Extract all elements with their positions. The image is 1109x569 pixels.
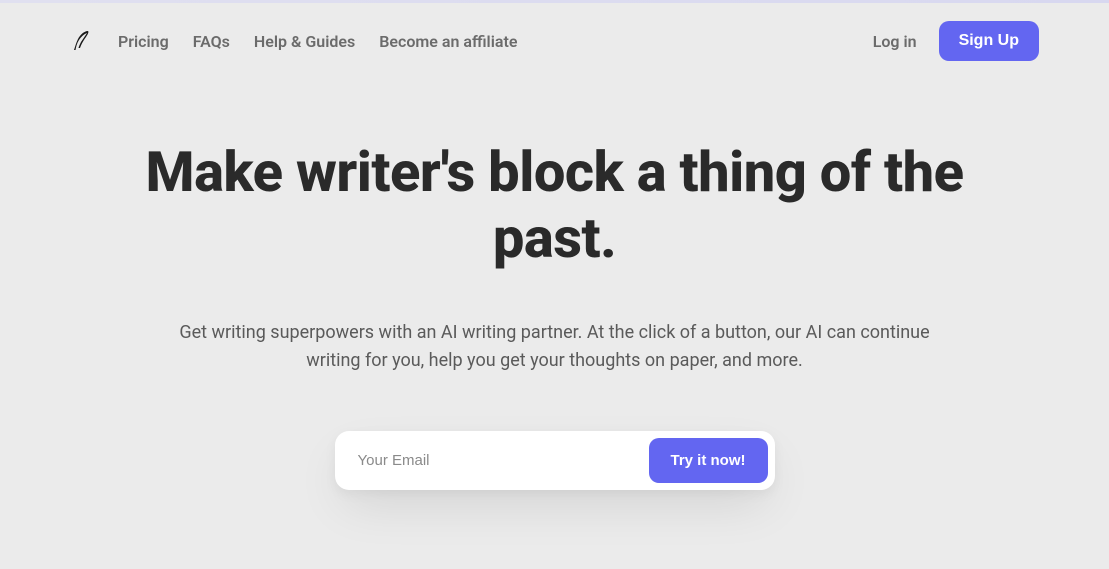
try-it-now-button[interactable]: Try it now! [649, 438, 768, 483]
nav-left: Pricing FAQs Help & Guides Become an aff… [70, 27, 517, 55]
nav-right: Log in Sign Up [873, 21, 1039, 61]
hero-subtitle: Get writing superpowers with an AI writi… [175, 319, 935, 375]
hero-title: Make writer's block a thing of the past. [80, 139, 1029, 271]
nav-link-affiliate[interactable]: Become an affiliate [379, 32, 517, 51]
signup-button[interactable]: Sign Up [939, 21, 1039, 61]
nav-link-help[interactable]: Help & Guides [254, 32, 355, 51]
feather-logo-icon[interactable] [70, 27, 94, 55]
email-input[interactable] [342, 440, 649, 481]
login-link[interactable]: Log in [873, 32, 917, 51]
email-signup-form: Try it now! [335, 431, 775, 490]
hero-section: Make writer's block a thing of the past.… [0, 79, 1109, 490]
main-nav: Pricing FAQs Help & Guides Become an aff… [0, 3, 1109, 79]
nav-link-pricing[interactable]: Pricing [118, 32, 169, 51]
nav-link-faqs[interactable]: FAQs [193, 32, 230, 51]
